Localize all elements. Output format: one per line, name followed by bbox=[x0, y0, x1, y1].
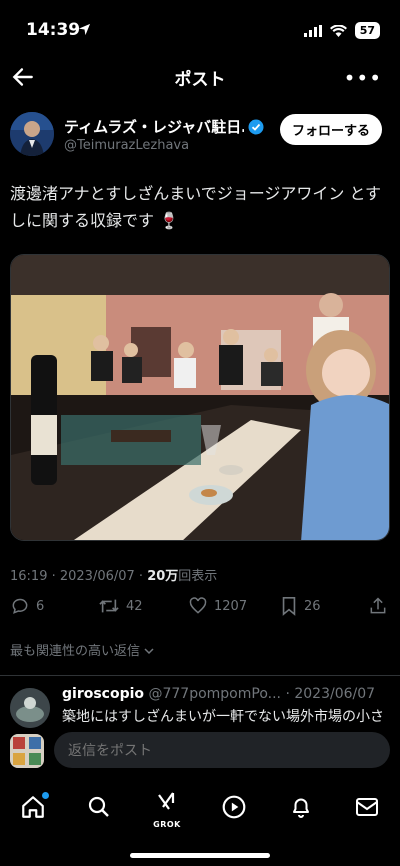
status-bar: 14:39 57 bbox=[0, 0, 400, 56]
status-indicators: 57 bbox=[303, 22, 380, 39]
post-meta: 16:19 · 2023/06/07 · 20万回表示 bbox=[10, 565, 217, 584]
sushi-counter-photo bbox=[11, 255, 389, 540]
reply-author-name: giroscopio bbox=[62, 686, 145, 702]
share-action[interactable] bbox=[368, 596, 388, 616]
status-time: 14:39 bbox=[26, 20, 81, 40]
post-timestamp: 16:19 · 2023/06/07 · bbox=[10, 569, 148, 584]
more-options-icon[interactable]: ••• bbox=[344, 66, 382, 90]
bell-icon bbox=[293, 798, 309, 818]
tab-messages[interactable] bbox=[350, 790, 384, 824]
reply-avatar-icon bbox=[10, 688, 50, 728]
share-icon bbox=[370, 597, 386, 614]
reply-item[interactable]: giroscopio @777pompomPo... · 2023/06/07 … bbox=[10, 686, 400, 728]
bookmark-icon bbox=[282, 597, 296, 616]
reply-input[interactable] bbox=[54, 732, 390, 768]
top-nav: ポスト ••• bbox=[0, 56, 400, 100]
search-icon bbox=[88, 796, 109, 817]
like-action[interactable]: 1207 bbox=[188, 596, 247, 616]
repost-action[interactable]: 42 bbox=[98, 596, 143, 616]
tab-home[interactable] bbox=[16, 790, 50, 824]
repost-icon bbox=[99, 599, 119, 613]
author-avatar[interactable] bbox=[10, 112, 54, 156]
post-image[interactable] bbox=[10, 254, 390, 541]
tab-grok[interactable]: GROK bbox=[150, 790, 184, 829]
home-indicator bbox=[130, 853, 270, 858]
post-actions: 6 42 1207 26 bbox=[10, 596, 390, 620]
reply-composer bbox=[10, 730, 390, 770]
wifi-icon bbox=[329, 24, 347, 37]
reply-avatar[interactable] bbox=[10, 688, 50, 728]
author-portrait-icon bbox=[10, 112, 54, 156]
tab-search[interactable] bbox=[82, 790, 116, 824]
reply-icon bbox=[12, 598, 28, 614]
repost-count: 42 bbox=[126, 598, 143, 614]
divider bbox=[0, 675, 400, 676]
bookmark-action[interactable]: 26 bbox=[280, 596, 321, 616]
play-icon bbox=[222, 795, 246, 819]
tab-notifications[interactable] bbox=[284, 790, 318, 824]
view-count: 20万 bbox=[147, 569, 179, 584]
page-title: ポスト bbox=[174, 70, 226, 90]
battery-level: 57 bbox=[354, 22, 380, 39]
follow-button[interactable]: フォローする bbox=[279, 114, 382, 145]
signal-icon bbox=[303, 24, 322, 37]
view-count-label: 回表示 bbox=[178, 569, 218, 584]
mail-icon bbox=[356, 798, 378, 816]
reply-action[interactable]: 6 bbox=[10, 596, 44, 616]
reply-sort-label: 最も関連性の高い返信 bbox=[10, 644, 141, 659]
reply-handle-date: @777pompomPo... · 2023/06/07 bbox=[148, 686, 376, 702]
reply-header: giroscopio @777pompomPo... · 2023/06/07 bbox=[62, 686, 392, 702]
tab-grok-label: GROK bbox=[153, 820, 181, 829]
bottom-tab-bar: GROK bbox=[0, 782, 400, 832]
user-avatar-icon bbox=[10, 734, 44, 768]
post-author: ティムラズ・レジャバ駐日… @TeimurazLezhava フォローする bbox=[10, 112, 390, 160]
reply-text: 築地にはすしざんまいが一軒でない場外市場の小さ bbox=[62, 709, 384, 725]
bookmark-count: 26 bbox=[304, 598, 321, 614]
reply-count: 6 bbox=[36, 598, 45, 614]
notification-dot bbox=[42, 792, 49, 799]
tab-video[interactable] bbox=[217, 790, 251, 824]
author-name-row: ティムラズ・レジャバ駐日… bbox=[64, 116, 264, 137]
heart-icon bbox=[189, 597, 207, 614]
user-avatar bbox=[10, 734, 44, 768]
author-name[interactable]: ティムラズ・レジャバ駐日… bbox=[64, 116, 244, 137]
post-text: 渡邊渚アナとすしざんまいでジョージアワイン とすしに関する収録です 🍷 bbox=[10, 184, 382, 230]
grok-icon bbox=[158, 792, 175, 810]
reply-sort-dropdown[interactable]: 最も関連性の高い返信 bbox=[10, 640, 154, 659]
location-arrow-icon bbox=[78, 23, 91, 36]
author-handle[interactable]: @TeimurazLezhava bbox=[64, 138, 189, 153]
chevron-down-icon bbox=[144, 648, 154, 655]
verified-badge-icon bbox=[248, 119, 264, 134]
like-count: 1207 bbox=[214, 598, 248, 614]
